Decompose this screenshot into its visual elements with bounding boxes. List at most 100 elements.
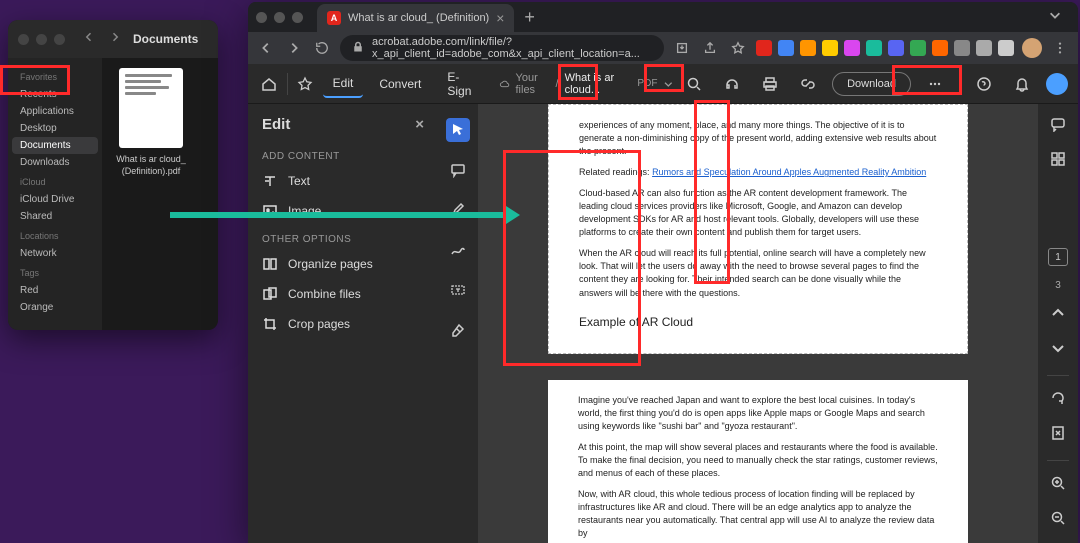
sidebar-item[interactable]: Recents: [12, 86, 98, 103]
profile-avatar[interactable]: [1022, 38, 1042, 58]
back-icon[interactable]: [256, 41, 276, 55]
document-area[interactable]: experiences of any moment, place, and ma…: [478, 104, 1038, 543]
chevron-down-icon[interactable]: [1050, 340, 1066, 361]
bell-icon[interactable]: [1008, 76, 1036, 92]
extension-icon[interactable]: [910, 40, 926, 56]
extensions-row: [756, 40, 1014, 56]
extension-icon[interactable]: [822, 40, 838, 56]
finder-content: What is ar cloud_ (Definition).pdf: [102, 58, 218, 330]
browser-tab[interactable]: A What is ar cloud_ (Definition) ×: [317, 4, 514, 32]
chevron-up-icon[interactable]: [1050, 305, 1066, 326]
print-icon[interactable]: [756, 76, 784, 92]
pdf-page: experiences of any moment, place, and ma…: [548, 104, 968, 354]
fit-page-icon[interactable]: [1050, 425, 1066, 446]
pdf-page: Imagine you've reached Japan and want to…: [548, 380, 968, 543]
extension-icon[interactable]: [998, 40, 1014, 56]
extension-icon[interactable]: [976, 40, 992, 56]
browser-addressbar: acrobat.adobe.com/link/file/?x_api_clien…: [248, 32, 1078, 64]
close-icon[interactable]: ×: [415, 116, 424, 133]
chevron-down-icon[interactable]: [1048, 8, 1062, 27]
file-name: What is ar cloud_ (Definition).pdf: [112, 154, 190, 177]
tab-esign[interactable]: E-Sign: [437, 64, 487, 104]
acrobat-toolbar: Edit Convert E-Sign Your files / What is…: [248, 64, 1078, 104]
home-icon[interactable]: [258, 76, 281, 92]
account-avatar[interactable]: [1046, 73, 1068, 95]
close-dot[interactable]: [18, 34, 29, 45]
star-outline-icon[interactable]: [294, 76, 317, 92]
close-icon[interactable]: ×: [496, 10, 504, 26]
select-tool-icon[interactable]: [446, 118, 470, 142]
sidebar-item[interactable]: Network: [12, 245, 98, 262]
extension-icon[interactable]: [954, 40, 970, 56]
star-icon[interactable]: [728, 41, 748, 55]
chat-icon[interactable]: [1050, 116, 1066, 137]
section-other-options: OTHER OPTIONS: [248, 226, 438, 249]
zoom-in-icon[interactable]: [1050, 475, 1066, 496]
crop-pages-button[interactable]: Crop pages: [248, 309, 438, 339]
crumb-root[interactable]: Your files: [516, 72, 550, 96]
finder-title: Documents: [133, 32, 198, 46]
close-dot[interactable]: [256, 12, 267, 23]
page-total: 3: [1055, 280, 1061, 291]
eraser-tool-icon[interactable]: [446, 318, 470, 342]
add-text-button[interactable]: Text: [248, 166, 438, 196]
page-current[interactable]: 1: [1048, 248, 1068, 266]
sidebar-item[interactable]: Applications: [12, 103, 98, 120]
zoom-out-icon[interactable]: [1050, 510, 1066, 531]
finder-sidebar: FavoritesRecentsApplicationsDesktopDocum…: [8, 58, 102, 330]
grid-icon[interactable]: [1050, 151, 1066, 172]
link-icon[interactable]: [794, 76, 822, 92]
organize-pages-button[interactable]: Organize pages: [248, 249, 438, 279]
tab-convert[interactable]: Convert: [369, 71, 431, 97]
extension-icon[interactable]: [888, 40, 904, 56]
related-link[interactable]: Rumors and Speculation Around Apples Aug…: [652, 167, 926, 177]
sidebar-item[interactable]: Red: [12, 282, 98, 299]
extension-icon[interactable]: [844, 40, 860, 56]
menu-icon[interactable]: [1050, 41, 1070, 55]
combine-files-button[interactable]: Combine files: [248, 279, 438, 309]
annotation-arrow: [170, 212, 510, 222]
min-dot[interactable]: [36, 34, 47, 45]
extension-icon[interactable]: [800, 40, 816, 56]
rotate-icon[interactable]: [1050, 390, 1066, 411]
file-thumbnail-icon: [119, 68, 183, 148]
file-item[interactable]: What is ar cloud_ (Definition).pdf: [112, 68, 190, 177]
search-icon[interactable]: [680, 76, 708, 92]
browser-window: A What is ar cloud_ (Definition) × + acr…: [248, 2, 1078, 543]
extension-icon[interactable]: [756, 40, 772, 56]
new-tab-button[interactable]: +: [524, 7, 535, 28]
panel-title: Edit: [262, 116, 290, 133]
draw-tool-icon[interactable]: [446, 238, 470, 262]
address-field[interactable]: acrobat.adobe.com/link/file/?x_api_clien…: [340, 35, 664, 61]
extension-icon[interactable]: [778, 40, 794, 56]
sidebar-item[interactable]: Desktop: [12, 120, 98, 137]
sidebar-item[interactable]: iCloud Drive: [12, 191, 98, 208]
forward-icon[interactable]: [284, 41, 304, 55]
text-box-tool-icon[interactable]: [446, 278, 470, 302]
tool-column: [438, 104, 478, 543]
download-button[interactable]: Download: [832, 72, 911, 96]
max-dot[interactable]: [54, 34, 65, 45]
headset-icon[interactable]: [718, 76, 746, 92]
max-dot[interactable]: [292, 12, 303, 23]
min-dot[interactable]: [274, 12, 285, 23]
crumb-current: What is ar cloud...: [565, 72, 632, 96]
right-sidebar: 1 3: [1038, 104, 1078, 543]
sidebar-item[interactable]: Downloads: [12, 154, 98, 171]
sidebar-item[interactable]: Orange: [12, 299, 98, 316]
install-icon[interactable]: [672, 41, 692, 55]
extension-icon[interactable]: [866, 40, 882, 56]
sidebar-item[interactable]: Shared: [12, 208, 98, 225]
help-icon[interactable]: [970, 76, 998, 92]
forward-icon[interactable]: [109, 30, 121, 48]
finder-titlebar: Documents: [8, 20, 218, 58]
share-icon[interactable]: [700, 41, 720, 55]
more-icon[interactable]: [921, 76, 949, 92]
sidebar-item[interactable]: Documents: [12, 137, 98, 154]
reload-icon[interactable]: [312, 41, 332, 55]
back-icon[interactable]: [83, 30, 95, 48]
tab-edit[interactable]: Edit: [323, 70, 364, 98]
chevron-down-icon[interactable]: [663, 77, 674, 91]
extension-icon[interactable]: [932, 40, 948, 56]
comment-tool-icon[interactable]: [446, 158, 470, 182]
